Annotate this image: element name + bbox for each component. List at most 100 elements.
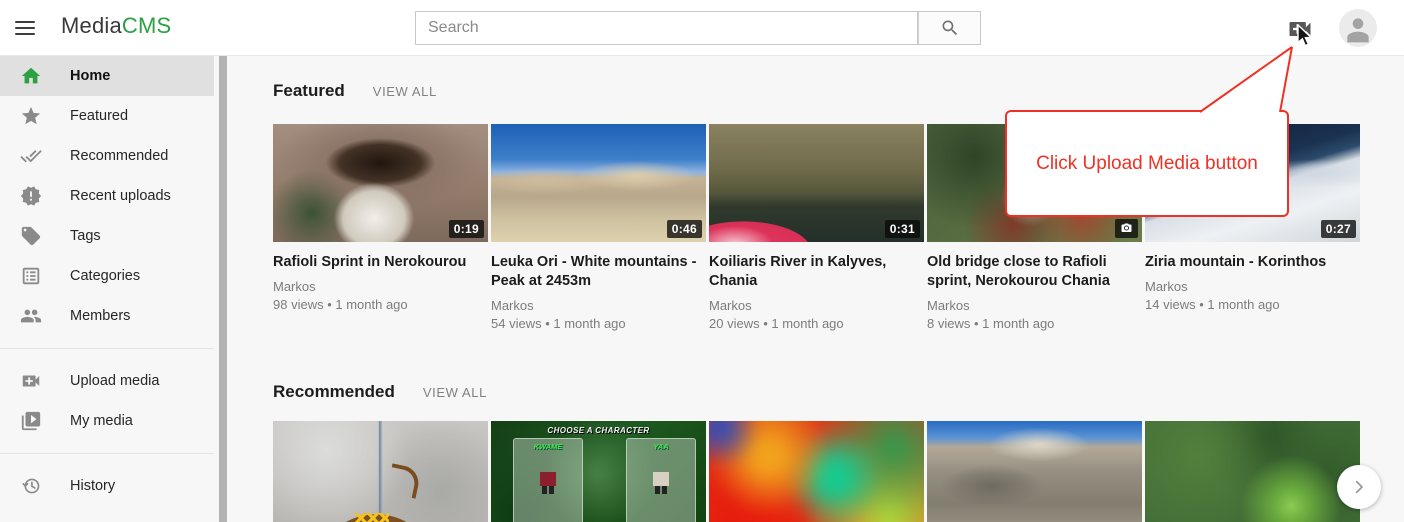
hamburger-menu-icon[interactable]: [15, 17, 39, 39]
sidebar-divider: [0, 348, 214, 349]
sidebar-item-upload-media[interactable]: Upload media: [0, 361, 214, 401]
sidebar-item-label: My media: [70, 413, 133, 429]
camera-icon: [1120, 222, 1133, 234]
media-author[interactable]: Markos: [491, 298, 698, 313]
media-meta: 8 views • 1 month ago: [927, 316, 1134, 331]
chevron-right-icon: [1350, 478, 1368, 496]
upload-media-button[interactable]: [1286, 15, 1314, 43]
star-icon: [20, 105, 42, 127]
sidebar-item-recent-uploads[interactable]: Recent uploads: [0, 176, 214, 216]
sidebar-divider: [0, 453, 214, 454]
thumbnail-text: KWAME: [514, 442, 582, 451]
recommended-view-all-link[interactable]: VIEW ALL: [423, 385, 487, 400]
tag-icon: [20, 225, 42, 247]
logo-cms-text: CMS: [122, 13, 172, 38]
video-thumbnail[interactable]: 0:19: [273, 124, 488, 242]
top-bar: MediaCMS: [0, 0, 1404, 56]
sidebar-item-label: Recommended: [70, 148, 168, 164]
done-all-icon: [20, 145, 42, 167]
media-card[interactable]: 0:31 Koiliaris River in Kalyves, Chania …: [709, 124, 924, 331]
character-sprite: [652, 471, 670, 507]
media-caption: Old bridge close to Rafioli sprint, Nero…: [927, 242, 1142, 331]
thumbnail-text: CHOOSE A CHARACTER: [491, 426, 706, 435]
upload-media-icon: [1286, 15, 1314, 43]
media-caption: Rafioli Sprint in Nerokourou Markos 98 v…: [273, 242, 488, 312]
sidebar-item-history[interactable]: History: [0, 466, 214, 506]
carousel-next-button[interactable]: [1337, 465, 1381, 509]
sidebar-item-my-media[interactable]: My media: [0, 401, 214, 441]
character-sprite: [539, 471, 557, 507]
upload-media-icon: [20, 370, 42, 392]
search-input[interactable]: [415, 11, 918, 45]
sidebar-item-home[interactable]: Home: [0, 56, 214, 96]
scrollbar-thumb[interactable]: [219, 51, 227, 522]
duration-badge: 0:19: [449, 220, 484, 238]
sidebar-item-label: Categories: [70, 268, 140, 284]
callout-text: Click Upload Media button: [1036, 153, 1258, 175]
duration-badge: 0:27: [1321, 220, 1356, 238]
sidebar-item-label: Members: [70, 308, 130, 324]
section-title: Featured: [273, 81, 345, 101]
featured-view-all-link[interactable]: VIEW ALL: [373, 84, 437, 99]
media-author[interactable]: Markos: [927, 298, 1134, 313]
recommended-media-row: CHOOSE A CHARACTER KWAME YAA Selected Se…: [273, 421, 1360, 522]
video-thumbnail[interactable]: CHOOSE A CHARACTER KWAME YAA Selected Se…: [491, 421, 706, 522]
media-author[interactable]: Markos: [709, 298, 916, 313]
sidebar-item-label: Tags: [70, 228, 101, 244]
sidebar-scrollbar[interactable]: [219, 56, 227, 522]
media-card[interactable]: [273, 421, 488, 522]
media-caption: Leuka Ori - White mountains - Peak at 24…: [491, 242, 706, 331]
sidebar-item-label: Upload media: [70, 373, 159, 389]
video-thumbnail[interactable]: [927, 421, 1142, 522]
video-thumbnail[interactable]: 0:31: [709, 124, 924, 242]
search-button[interactable]: [918, 11, 981, 45]
media-card[interactable]: 0:19 Rafioli Sprint in Nerokourou Markos…: [273, 124, 488, 331]
new-releases-icon: [20, 185, 42, 207]
duration-badge: 0:46: [667, 220, 702, 238]
tutorial-callout: Click Upload Media button: [1005, 110, 1289, 217]
sidebar-item-label: Home: [70, 68, 110, 84]
recommended-section-header: Recommended VIEW ALL: [273, 382, 487, 402]
character-panel: YAA: [626, 438, 696, 522]
members-icon: [20, 305, 42, 327]
home-icon: [20, 65, 42, 87]
media-title[interactable]: Old bridge close to Rafioli sprint, Nero…: [927, 253, 1134, 291]
media-card[interactable]: [927, 421, 1142, 522]
mediacms-home-page: MediaCMS Home Featured Recommended: [0, 0, 1404, 522]
video-thumbnail[interactable]: [273, 421, 488, 522]
video-thumbnail[interactable]: [709, 421, 924, 522]
mediacms-logo[interactable]: MediaCMS: [61, 13, 171, 39]
media-meta: 98 views • 1 month ago: [273, 297, 480, 312]
thumbnail-text: YAA: [627, 442, 695, 451]
sidebar-item-label: Recent uploads: [70, 188, 171, 204]
media-title[interactable]: Leuka Ori - White mountains - Peak at 24…: [491, 253, 698, 291]
media-card[interactable]: [709, 421, 924, 522]
search-bar: [415, 11, 981, 45]
media-card[interactable]: [1145, 421, 1360, 522]
sidebar-item-categories[interactable]: Categories: [0, 256, 214, 296]
sidebar-item-members[interactable]: Members: [0, 296, 214, 336]
photo-badge: [1115, 219, 1138, 238]
media-card[interactable]: 0:46 Leuka Ori - White mountains - Peak …: [491, 124, 706, 331]
media-title[interactable]: Ziria mountain - Korinthos: [1145, 253, 1352, 272]
sidebar-item-featured[interactable]: Featured: [0, 96, 214, 136]
media-card[interactable]: CHOOSE A CHARACTER KWAME YAA Selected Se…: [491, 421, 706, 522]
media-title[interactable]: Rafioli Sprint in Nerokourou: [273, 253, 480, 272]
media-author[interactable]: Markos: [1145, 279, 1352, 294]
sidebar-item-recommended[interactable]: Recommended: [0, 136, 214, 176]
user-avatar[interactable]: [1339, 9, 1377, 47]
media-title[interactable]: Koiliaris River in Kalyves, Chania: [709, 253, 916, 291]
sidebar-item-tags[interactable]: Tags: [0, 216, 214, 256]
sidebar-item-label: History: [70, 478, 115, 494]
video-thumbnail[interactable]: 0:46: [491, 124, 706, 242]
media-author[interactable]: Markos: [273, 279, 480, 294]
media-caption: Ziria mountain - Korinthos Markos 14 vie…: [1145, 242, 1360, 312]
sidebar-item-label: Featured: [70, 108, 128, 124]
media-meta: 20 views • 1 month ago: [709, 316, 916, 331]
video-thumbnail[interactable]: [1145, 421, 1360, 522]
person-icon: [1342, 13, 1374, 45]
sidebar: Home Featured Recommended Recent uploads…: [0, 56, 214, 522]
history-icon: [20, 475, 42, 497]
media-caption: Koiliaris River in Kalyves, Chania Marko…: [709, 242, 924, 331]
featured-section-header: Featured VIEW ALL: [273, 81, 437, 101]
